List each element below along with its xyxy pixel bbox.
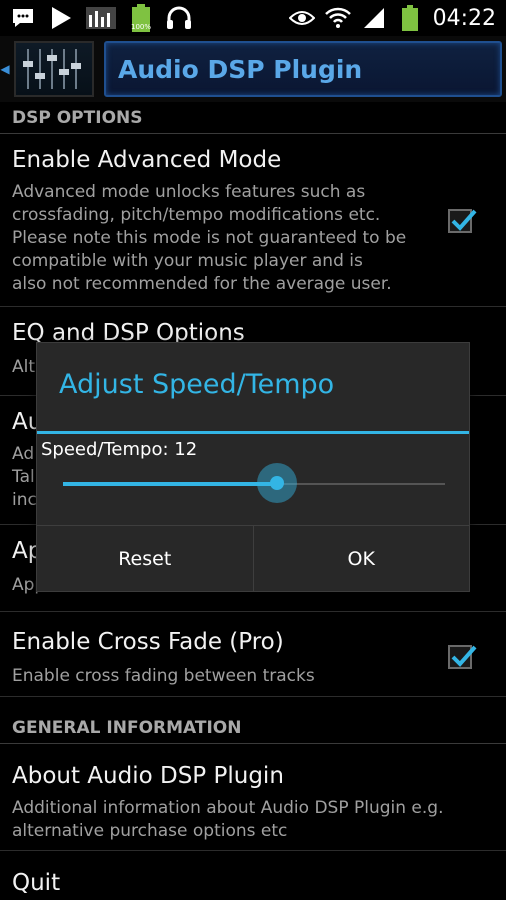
reset-button[interactable]: Reset — [37, 526, 253, 591]
cross-fade-checkbox[interactable] — [448, 645, 477, 669]
pref-enable-cross-fade[interactable]: Enable Cross Fade (Pro) Enable cross fad… — [0, 613, 506, 697]
pref-quit[interactable]: Quit — [0, 852, 506, 900]
slider-thumb-dot — [269, 476, 284, 490]
battery-icon — [397, 5, 423, 31]
section-header-dsp-options: DSP OPTIONS — [0, 102, 506, 134]
app-title: Audio DSP Plugin — [118, 54, 363, 84]
slider-fill — [63, 482, 277, 486]
summary-line: compatible with your music player and is — [12, 251, 363, 271]
summary-line: Additional information about Audio DSP P… — [12, 798, 444, 818]
slider-thumb[interactable] — [256, 463, 297, 503]
chat-icon — [10, 5, 36, 31]
app-icon[interactable] — [14, 41, 94, 97]
speed-tempo-dialog: Adjust Speed/Tempo Speed/Tempo: 12 Reset… — [36, 342, 470, 592]
notification-icons: 100% — [10, 4, 192, 32]
up-navigation-icon[interactable]: ◀ — [0, 36, 10, 102]
summary-line: alternative purchase options etc — [12, 821, 288, 841]
section-header-general-information: GENERAL INFORMATION — [0, 712, 506, 744]
pref-enable-advanced-mode[interactable]: Enable Advanced Mode Advanced mode unloc… — [0, 135, 506, 307]
dialog-title: Adjust Speed/Tempo — [59, 369, 335, 400]
battery-percent-label: 100% — [131, 23, 151, 31]
signal-icon — [361, 5, 387, 31]
pref-summary: Additional information about Audio DSP P… — [12, 797, 492, 843]
summary-line: crossfading, pitch/tempo modifications e… — [12, 205, 381, 225]
system-icons: 04:22 — [288, 5, 496, 31]
speed-tempo-label: Speed/Tempo: 12 — [41, 439, 198, 460]
battery-charging-icon: 100% — [128, 4, 154, 32]
ok-button[interactable]: OK — [252, 526, 470, 591]
advanced-mode-checkbox[interactable] — [448, 209, 477, 233]
headphones-icon — [166, 5, 192, 31]
pref-title: Enable Advanced Mode — [12, 147, 282, 173]
eye-icon — [288, 5, 315, 31]
pref-title: Quit — [12, 870, 61, 896]
title-panel: Audio DSP Plugin — [104, 41, 502, 97]
pref-title: About Audio DSP Plugin — [12, 763, 284, 789]
summary-line: also not recommended for the average use… — [12, 274, 392, 294]
wifi-icon — [324, 5, 351, 31]
equalizer-icon — [86, 5, 116, 31]
pref-about[interactable]: About Audio DSP Plugin Additional inform… — [0, 745, 506, 851]
dialog-title-divider — [37, 431, 469, 434]
checkmark-icon — [451, 645, 477, 667]
pref-summary: Advanced mode unlocks features such as c… — [12, 181, 432, 296]
status-bar: 100% 04:22 — [0, 0, 506, 36]
checkmark-icon — [451, 209, 477, 231]
summary-line: Please note this mode is not guaranteed … — [12, 228, 407, 248]
summary-line: Advanced mode unlocks features such as — [12, 182, 366, 202]
play-icon — [48, 5, 74, 31]
dialog-button-bar: Reset OK — [37, 525, 469, 591]
clock: 04:22 — [432, 5, 496, 31]
pref-title: Enable Cross Fade (Pro) — [12, 629, 284, 655]
pref-summary: Enable cross fading between tracks — [12, 666, 315, 686]
action-bar: ◀ Audio DSP Plugin — [0, 36, 506, 102]
